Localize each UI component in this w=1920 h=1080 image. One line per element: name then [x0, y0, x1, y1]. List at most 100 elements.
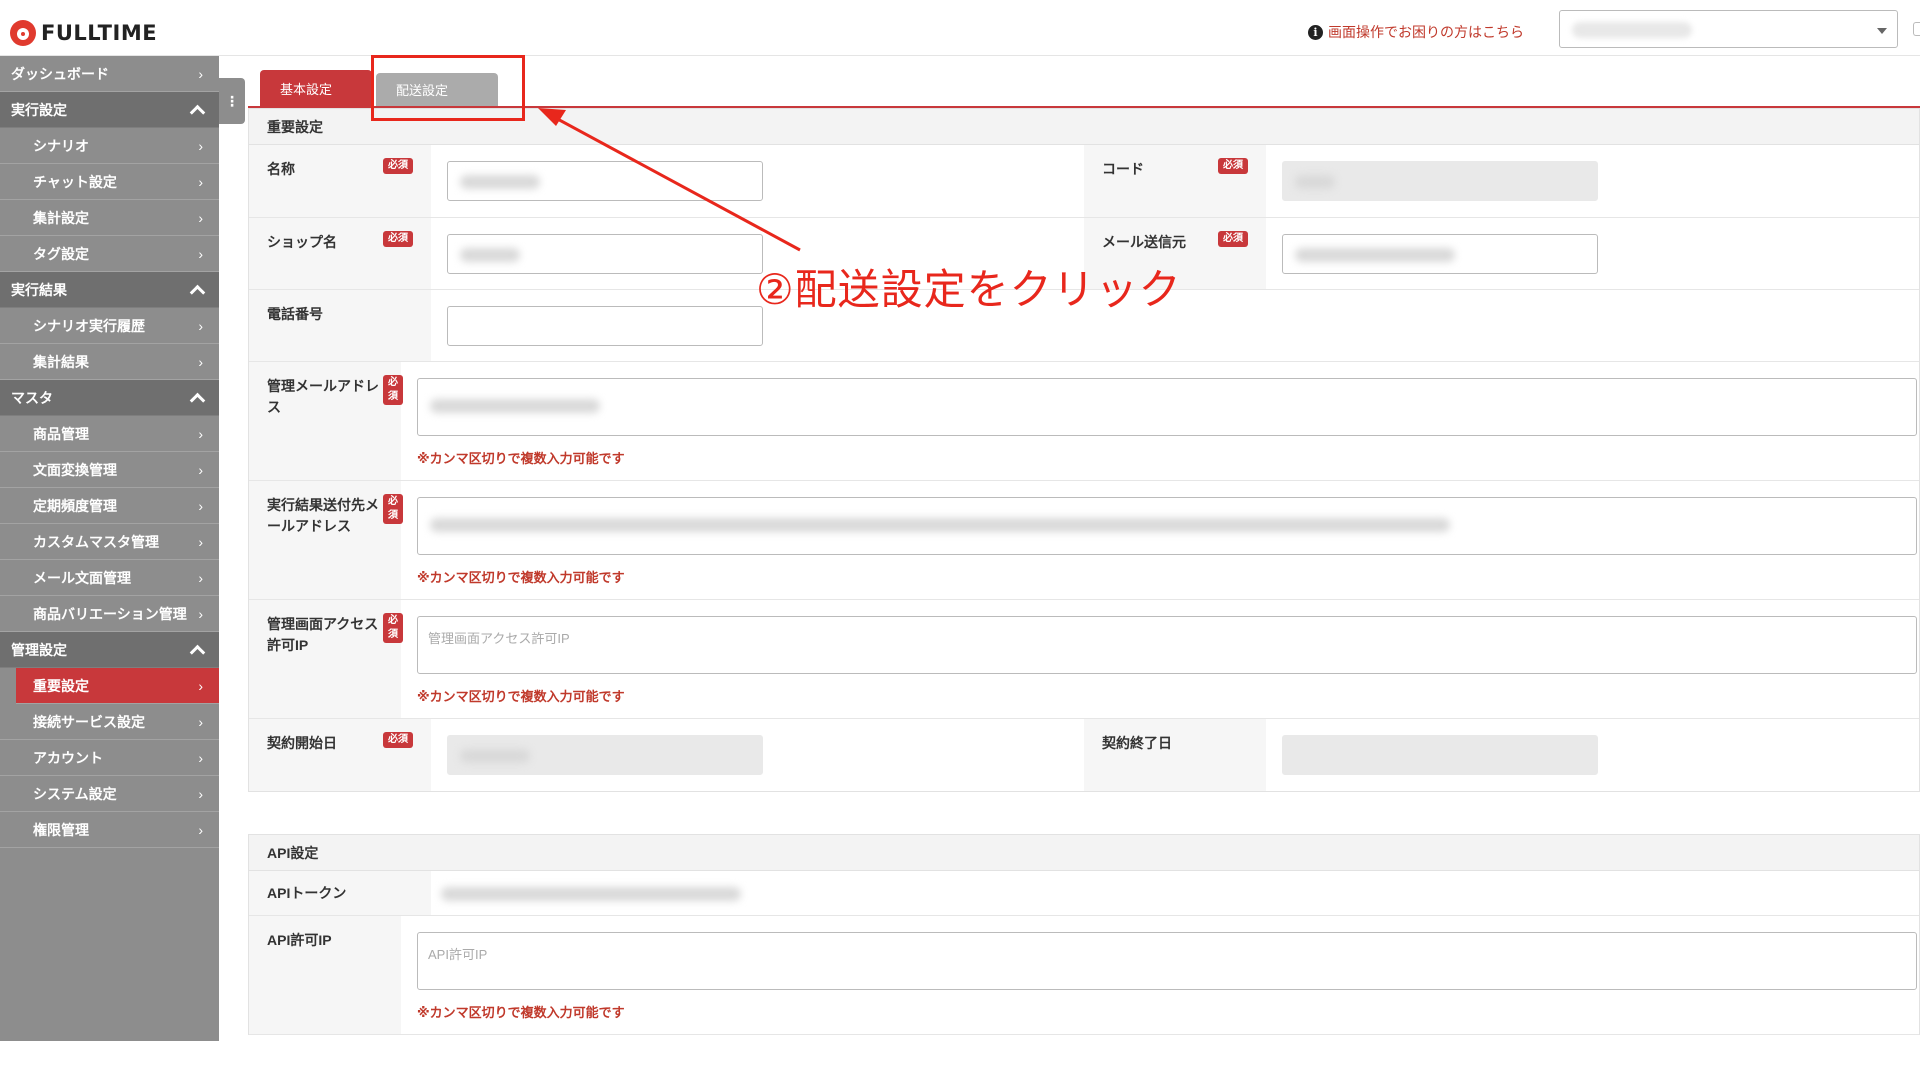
- sidebar-item[interactable]: カスタムマスタ管理 ›: [0, 524, 219, 560]
- admin-ip-label: 管理画面アクセス許可IP: [267, 616, 379, 653]
- blurred-value: [460, 749, 530, 763]
- code-label: コード: [1102, 161, 1144, 177]
- sidebar-item-label: シナリオ実行履歴: [33, 317, 145, 334]
- mail-from-field[interactable]: [1282, 234, 1598, 274]
- phone-field[interactable]: [447, 306, 763, 346]
- sidebar-group-label: マスタ: [11, 389, 53, 406]
- sidebar-item[interactable]: シナリオ実行履歴 ›: [0, 308, 219, 344]
- chevron-up-icon: [189, 284, 206, 300]
- admin-ip-field[interactable]: 管理画面アクセス許可IP: [417, 616, 1917, 674]
- comma-note: ※カンマ区切りで複数入力可能です: [417, 451, 625, 466]
- panel-title: API設定: [249, 835, 1919, 871]
- sidebar-item-label: 接続サービス設定: [33, 713, 145, 730]
- annotation-text: ②配送設定をクリック: [756, 265, 1182, 314]
- sidebar-item[interactable]: 集計結果 ›: [0, 344, 219, 380]
- sidebar-item[interactable]: ダッシュボード ›: [0, 56, 219, 92]
- result-mail-field[interactable]: [417, 497, 1917, 555]
- required-badge: 必須: [1218, 231, 1248, 247]
- sidebar-item-label: 商品バリエーション管理: [33, 605, 187, 622]
- sidebar-group[interactable]: 実行結果: [0, 272, 219, 308]
- chevron-right-icon: ›: [198, 785, 203, 802]
- logo-text: FULLTIME: [41, 21, 158, 45]
- sidebar-item-label: シナリオ: [33, 137, 89, 154]
- api-ip-placeholder: API許可IP: [428, 947, 488, 962]
- chevron-right-icon: ›: [198, 65, 203, 82]
- form-row: 管理メールアドレス 必須 ※カンマ区切りで複数入力可能です: [249, 362, 1919, 481]
- admin-mail-field[interactable]: [417, 378, 1917, 436]
- sidebar-item[interactable]: チャット設定 ›: [0, 164, 219, 200]
- sidebar-toggle[interactable]: ⋮: [219, 78, 245, 124]
- sidebar-item[interactable]: メール文面管理 ›: [0, 560, 219, 596]
- sidebar-item[interactable]: 権限管理 ›: [0, 812, 219, 848]
- name-field[interactable]: [447, 161, 763, 201]
- code-field: [1282, 161, 1598, 201]
- sidebar-item-label: 文面変換管理: [33, 461, 117, 478]
- required-badge: 必須: [383, 732, 413, 748]
- sidebar-group[interactable]: 実行設定: [0, 92, 219, 128]
- sidebar-item-label: 権限管理: [33, 821, 89, 838]
- sidebar-item-label: アカウント: [33, 749, 103, 766]
- required-badge: 必須: [383, 494, 403, 524]
- api-ip-field[interactable]: API許可IP: [417, 932, 1917, 990]
- required-badge: 必須: [383, 231, 413, 247]
- sidebar-item[interactable]: 定期頻度管理 ›: [0, 488, 219, 524]
- sidebar-item[interactable]: 商品バリエーション管理 ›: [0, 596, 219, 632]
- required-badge: 必須: [1218, 158, 1248, 174]
- header-edge-control[interactable]: [1913, 22, 1920, 36]
- sidebar-item-label: 集計結果: [33, 353, 89, 370]
- sidebar-group-label: 管理設定: [11, 641, 67, 658]
- sidebar-item[interactable]: 集計設定 ›: [0, 200, 219, 236]
- sidebar-group-label: 実行結果: [11, 281, 67, 298]
- form-row: 実行結果送付先メールアドレス 必須 ※カンマ区切りで複数入力可能です: [249, 481, 1919, 600]
- sidebar-item-label: 集計設定: [33, 209, 89, 226]
- api-settings-panel: API設定 APIトークン API許可IP API許可IP ※カンマ区切りで複数…: [248, 834, 1920, 1035]
- chevron-right-icon: ›: [198, 533, 203, 550]
- sidebar: ダッシュボード › 実行設定 シナリオ › チャット設定 › 集計設定 › タグ設定 › 実行結果 シナ…: [0, 56, 219, 1041]
- sidebar-item[interactable]: 重要設定 ›: [16, 668, 219, 704]
- blurred-value: [460, 248, 520, 262]
- sidebar-item-label: ダッシュボード: [11, 65, 109, 82]
- blurred-value: [1295, 175, 1335, 189]
- sidebar-item-label: 商品管理: [33, 425, 89, 442]
- app-logo[interactable]: FULLTIME: [10, 20, 157, 46]
- sidebar-item[interactable]: シナリオ ›: [0, 128, 219, 164]
- chevron-right-icon: ›: [198, 425, 203, 442]
- caret-down-icon: [1877, 28, 1887, 34]
- comma-note: ※カンマ区切りで複数入力可能です: [417, 689, 625, 704]
- chevron-up-icon: [189, 392, 206, 408]
- admin-ip-placeholder: 管理画面アクセス許可IP: [428, 631, 570, 646]
- sidebar-item-label: チャット設定: [33, 173, 117, 190]
- required-badge: 必須: [383, 613, 403, 643]
- contract-end-field: [1282, 735, 1598, 775]
- chevron-right-icon: ›: [198, 821, 203, 838]
- sidebar-item-label: 定期頻度管理: [33, 497, 117, 514]
- sidebar-item-label: カスタムマスタ管理: [33, 533, 159, 550]
- sidebar-group[interactable]: マスタ: [0, 380, 219, 416]
- chevron-right-icon: ›: [198, 749, 203, 766]
- shop-select[interactable]: [1559, 10, 1898, 48]
- chevron-right-icon: ›: [198, 461, 203, 478]
- chevron-right-icon: ›: [198, 317, 203, 334]
- shop-name-label: ショップ名: [267, 234, 337, 250]
- api-token-label: APIトークン: [267, 885, 347, 901]
- contract-start-field: [447, 735, 763, 775]
- sidebar-item[interactable]: システム設定 ›: [0, 776, 219, 812]
- chevron-right-icon: ›: [198, 713, 203, 730]
- main-content: 基本設定 配送設定 重要設定 名称 必須 コード 必須 ショップ名 必須 メール送信元…: [248, 56, 1920, 1041]
- shop-name-field[interactable]: [447, 234, 763, 274]
- sidebar-item[interactable]: 商品管理 ›: [0, 416, 219, 452]
- sidebar-item[interactable]: 接続サービス設定 ›: [0, 704, 219, 740]
- sidebar-item[interactable]: タグ設定 ›: [0, 236, 219, 272]
- sidebar-group[interactable]: 管理設定: [0, 632, 219, 668]
- app-header: FULLTIME i 画面操作でお困りの方はこちら: [0, 0, 1920, 56]
- comma-note: ※カンマ区切りで複数入力可能です: [417, 570, 625, 585]
- chevron-right-icon: ›: [198, 245, 203, 262]
- sidebar-item-label: メール文面管理: [33, 569, 131, 586]
- sidebar-group-label: 実行設定: [11, 101, 67, 118]
- name-label: 名称: [267, 161, 295, 177]
- sidebar-item[interactable]: アカウント ›: [0, 740, 219, 776]
- form-row: 名称 必須 コード 必須: [249, 145, 1919, 218]
- help-link[interactable]: i 画面操作でお困りの方はこちら: [1308, 22, 1524, 42]
- tab-basic-settings[interactable]: 基本設定: [260, 70, 372, 106]
- sidebar-item[interactable]: 文面変換管理 ›: [0, 452, 219, 488]
